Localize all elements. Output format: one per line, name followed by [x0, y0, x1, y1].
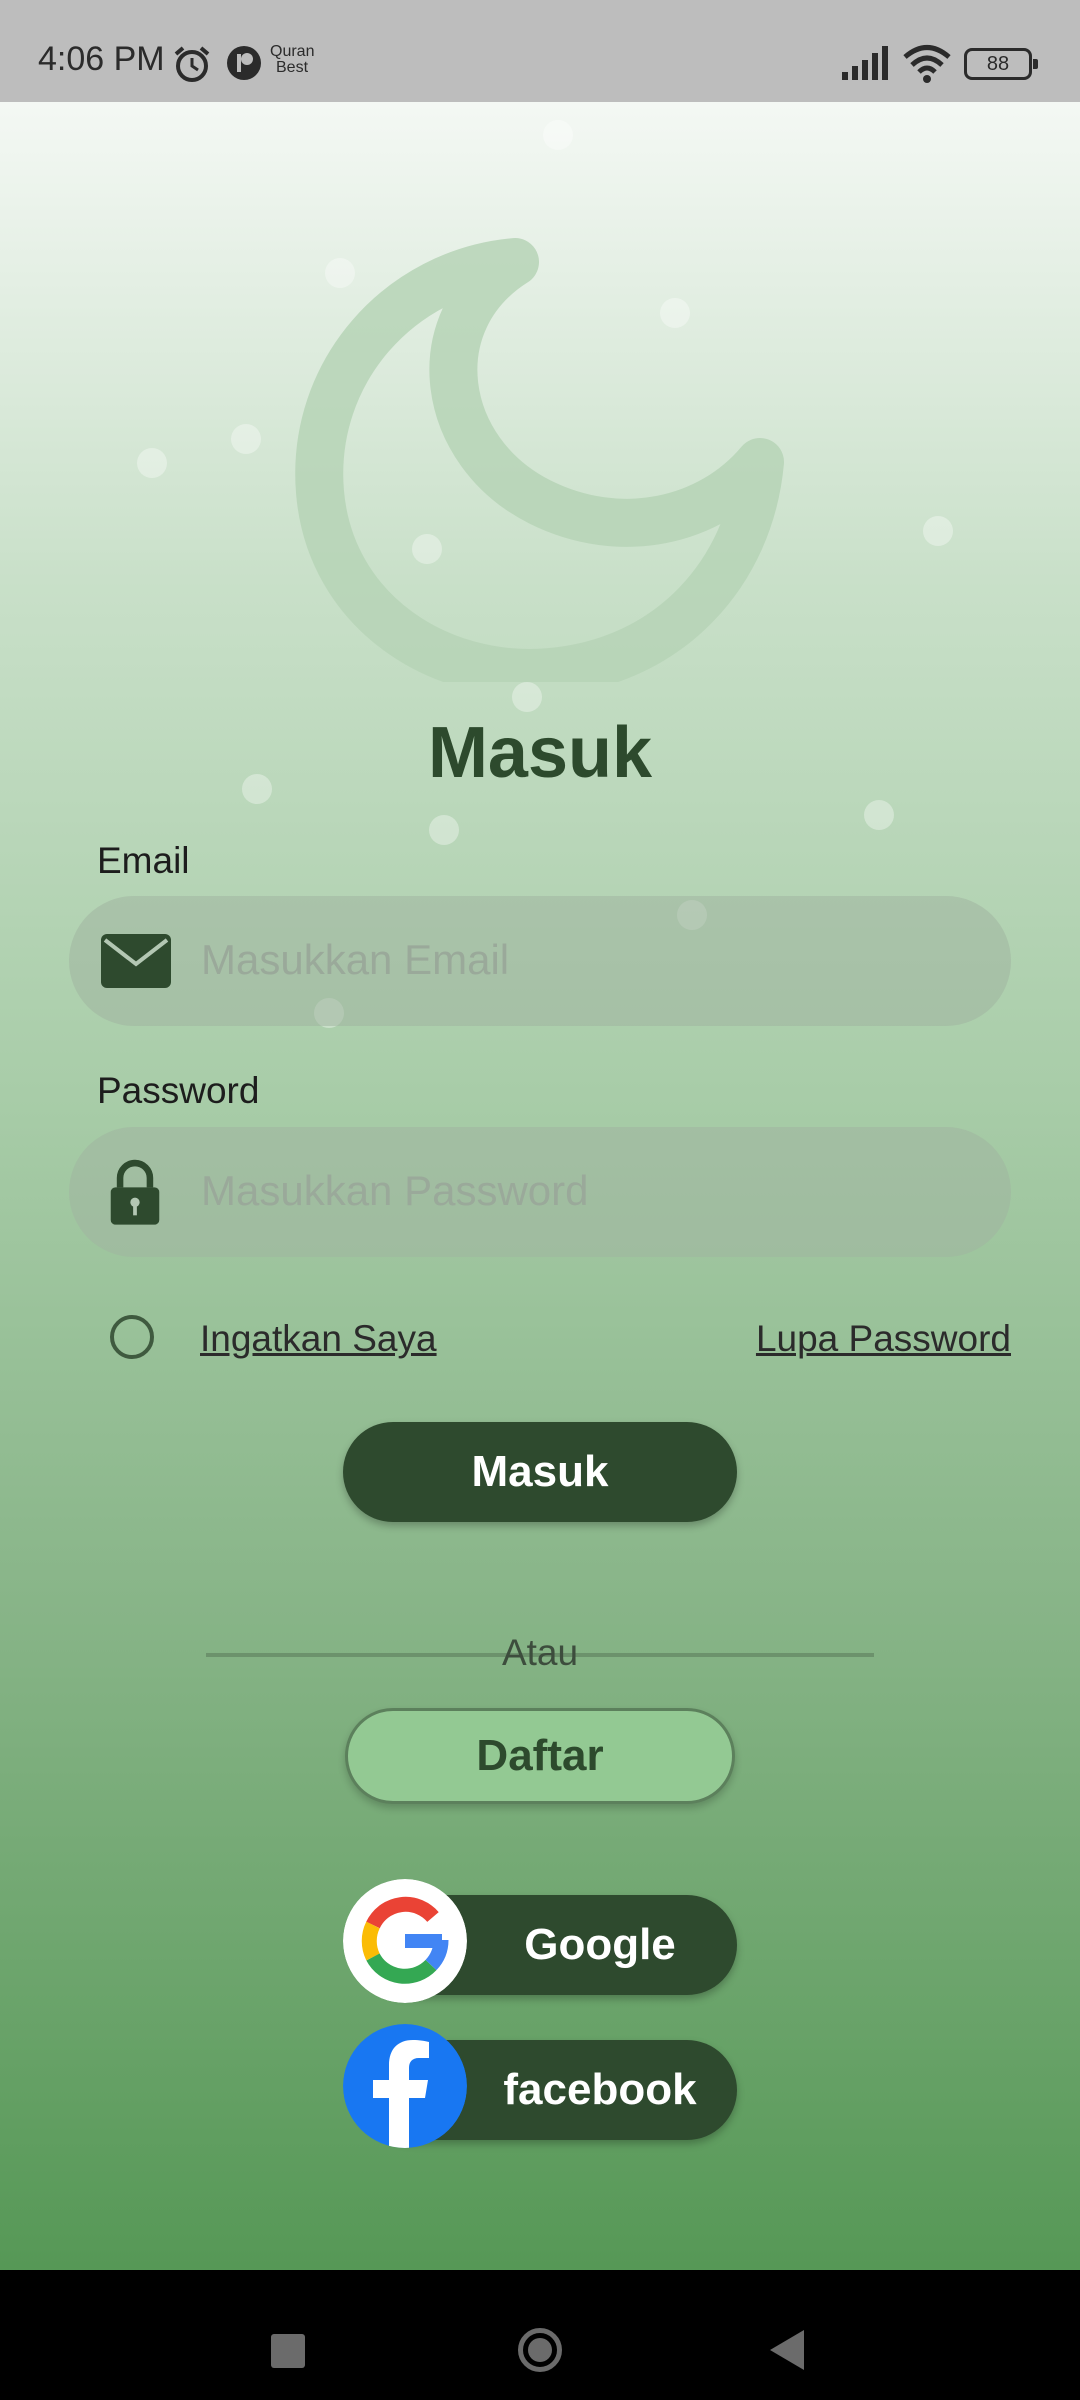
facebook-button-label: facebook — [503, 2065, 697, 2114]
decor-dot — [231, 424, 261, 454]
wifi-icon — [903, 45, 951, 83]
decor-dot — [429, 815, 459, 845]
app-text-line1: Quran — [270, 43, 315, 60]
password-label: Password — [97, 1070, 260, 1111]
email-label: Email — [97, 840, 190, 881]
decor-dot — [325, 258, 355, 288]
home-button[interactable] — [518, 2328, 562, 2372]
decor-dot — [660, 298, 690, 328]
facebook-login-button[interactable]: facebook — [343, 2024, 737, 2148]
login-screen: Masuk Email Masukkan Email Password Masu… — [0, 102, 1080, 2270]
app-notification-text: Quran Best — [270, 44, 314, 76]
email-field[interactable]: Masukkan Email — [69, 896, 1011, 1026]
remember-me-label[interactable]: Ingatkan Saya — [200, 1318, 437, 1360]
email-placeholder: Masukkan Email — [201, 936, 510, 983]
decor-dot — [412, 534, 442, 564]
google-logo-icon — [343, 1879, 467, 2003]
register-button[interactable]: Daftar — [345, 1708, 735, 1804]
decor-dot — [864, 800, 894, 830]
alarm-icon — [174, 46, 210, 82]
decor-dot — [923, 516, 953, 546]
status-bar: 4:06 PM Quran Best 88 — [0, 0, 1080, 102]
lock-icon — [110, 1159, 160, 1225]
recent-apps-button[interactable] — [271, 2334, 305, 2368]
remember-me-radio[interactable] — [110, 1315, 154, 1359]
app-text-line2: Best — [276, 59, 309, 76]
envelope-icon — [101, 934, 171, 988]
decor-dot — [512, 682, 542, 712]
password-field[interactable]: Masukkan Password — [69, 1127, 1011, 1257]
quran-app-icon — [227, 46, 261, 80]
forgot-password-link[interactable]: Lupa Password — [756, 1318, 1011, 1360]
crescent-moon-icon — [295, 238, 784, 682]
decor-dot — [137, 448, 167, 478]
divider-label: Atau — [0, 1632, 1080, 1674]
google-login-button[interactable]: Google — [343, 1879, 737, 2003]
facebook-logo-icon — [343, 2024, 467, 2148]
system-navigation-bar — [0, 2270, 1080, 2400]
page-title: Masuk — [427, 713, 653, 793]
decor-dot — [543, 120, 573, 150]
divider-text: Atau — [501, 1632, 579, 1673]
back-button[interactable] — [770, 2330, 804, 2370]
password-placeholder: Masukkan Password — [201, 1167, 589, 1214]
battery-indicator: 88 — [964, 48, 1038, 80]
login-button[interactable]: Masuk — [343, 1422, 737, 1522]
status-time: 4:06 PM — [38, 40, 165, 78]
google-button-label: Google — [524, 1920, 676, 1969]
signal-icon — [842, 46, 888, 80]
